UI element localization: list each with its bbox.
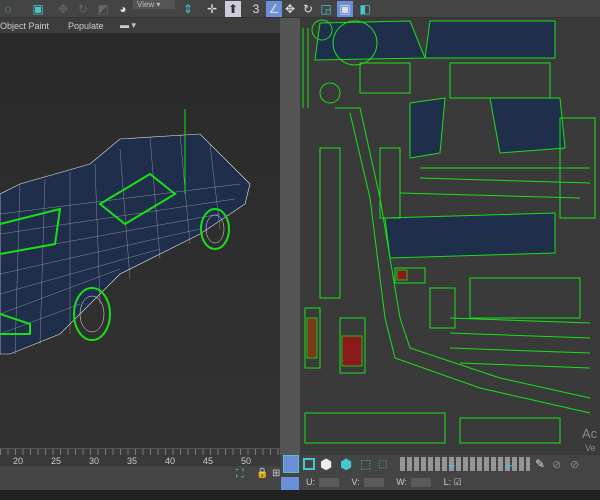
paint-select-icon[interactable]: ✎: [535, 457, 545, 471]
ribbon-options-icon[interactable]: ▬ ▾: [120, 20, 136, 31]
uv-selection-toolbar: ⬢ ⬢ ⬚ ⬚ + + ✎ ⊘ ⊘: [300, 455, 600, 477]
watermark-line2: Ve a: [585, 443, 596, 455]
grid-icon[interactable]: ⊞: [272, 468, 280, 479]
brush-icon[interactable]: ⊘: [552, 458, 561, 471]
snap-icon[interactable]: ◕: [115, 1, 131, 17]
select-region-icon[interactable]: ◌: [0, 1, 16, 17]
mirror-icon[interactable]: ⇕: [180, 1, 196, 17]
select-icon[interactable]: ▣: [30, 1, 46, 17]
scale-icon[interactable]: ◩: [95, 1, 111, 17]
uv-freeform-icon[interactable]: ▣: [337, 1, 353, 17]
uv-editor-canvas[interactable]: Ac Ve a: [300, 18, 600, 455]
perspective-viewport[interactable]: [0, 34, 280, 448]
watermark-line1: Ac: [582, 426, 598, 441]
align-icon[interactable]: ⬆: [225, 1, 241, 17]
ribbon: Object Paint Populate ▬ ▾: [0, 18, 280, 34]
main-toolbar: ◌ ▣ ✥ ↻ ◩ ◕ View ▾ ⇕ ✛ ⬆ 3 ∠ ✥ ↻ ◲ ▣ ◧: [0, 0, 600, 18]
timeline-ruler[interactable]: 20 25 30 35 40 45 50: [0, 448, 280, 466]
tick-label: 20: [13, 456, 24, 466]
w-field[interactable]: [411, 478, 432, 488]
bottom-strip: [0, 490, 600, 500]
uv-rotate-icon[interactable]: ↻: [300, 1, 316, 17]
grow-selection-icon[interactable]: ⬚: [360, 457, 371, 471]
face-mode-icon[interactable]: ⬢: [320, 456, 332, 473]
tick-label: 30: [89, 456, 100, 466]
object-paint-tab[interactable]: Object Paint: [0, 21, 49, 31]
view-dropdown-label: View: [137, 0, 155, 9]
l-checkbox[interactable]: ☑: [454, 477, 462, 487]
uv-scale-icon[interactable]: ◲: [318, 1, 334, 17]
view-dropdown[interactable]: View ▾: [133, 0, 175, 9]
ruler-ticks: [0, 449, 280, 455]
move-gizmo-icon[interactable]: ✛: [204, 1, 220, 17]
v-label: V:: [351, 477, 360, 487]
tick-label: 25: [51, 456, 62, 466]
status-bar: ⛶ 🔒 ⊞: [0, 466, 280, 490]
vertex-mode-icon[interactable]: [303, 458, 315, 470]
isolate-selection-icon[interactable]: ⛶: [236, 468, 244, 481]
uv-islands: [300, 18, 600, 455]
u-field[interactable]: [319, 478, 339, 488]
car-wireframe: [0, 109, 251, 355]
l-label: L:: [443, 477, 452, 487]
element-mode-icon[interactable]: ⬢: [340, 456, 352, 473]
v-field[interactable]: [363, 478, 384, 488]
plus-icon[interactable]: +: [448, 458, 456, 473]
rotate-icon[interactable]: ↻: [75, 1, 91, 17]
tick-label: 35: [127, 456, 138, 466]
select-mode-button[interactable]: [283, 455, 299, 473]
move-icon[interactable]: ✥: [55, 1, 71, 17]
shrink-selection-icon[interactable]: ⬚: [378, 459, 387, 470]
plus-icon[interactable]: +: [505, 458, 513, 473]
tick-label: 45: [203, 456, 214, 466]
uv-mirror-icon[interactable]: ◧: [357, 1, 373, 17]
uv-side-toolbar: [280, 18, 300, 473]
w-label: W:: [396, 477, 408, 487]
uv-move-icon[interactable]: ✥: [282, 1, 298, 17]
lock-icon[interactable]: 🔒: [256, 468, 268, 479]
u-label: U:: [306, 477, 315, 487]
populate-tab[interactable]: Populate: [68, 21, 104, 31]
snap-3-icon[interactable]: 3: [248, 1, 264, 17]
tick-label: 40: [165, 456, 176, 466]
angle-snap-icon[interactable]: ∠: [266, 1, 282, 17]
brush-icon[interactable]: ⊘: [570, 458, 579, 471]
tick-label: 50: [241, 456, 252, 466]
